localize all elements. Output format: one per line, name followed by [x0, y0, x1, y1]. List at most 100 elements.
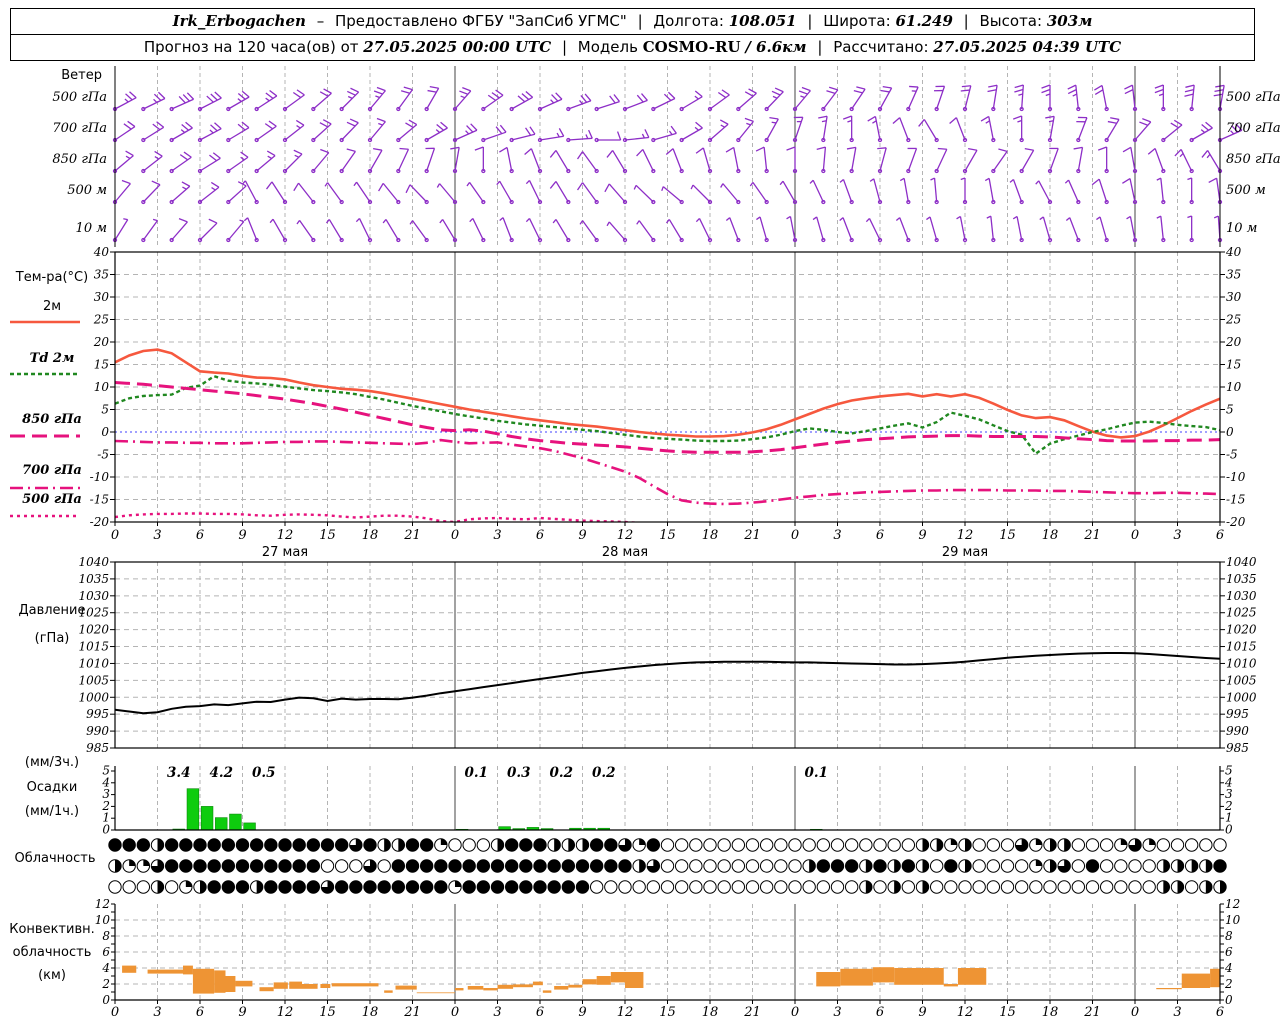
- wind-barb: [141, 91, 166, 112]
- wind-barb: [254, 150, 276, 174]
- wind-barb: [325, 219, 344, 243]
- wind-barb: [466, 181, 486, 205]
- cloud-cover-symbol: [589, 838, 604, 852]
- wind-barb: [1064, 179, 1081, 205]
- cloud-cover-symbol: [264, 859, 278, 873]
- convective-cloud-bar: [225, 976, 236, 992]
- cloud-cover-symbol: [235, 859, 250, 873]
- precip-bar: [229, 813, 242, 831]
- cloud-cover-symbol: [788, 838, 802, 852]
- cloud-cover-symbol: [958, 880, 972, 894]
- cloud-cover-symbol: [731, 880, 746, 894]
- cloud-cover-symbol: [844, 859, 859, 873]
- convective-title-line2: облачность: [12, 945, 92, 960]
- cloud-cover-symbol: [674, 880, 689, 894]
- wind-barb: [1067, 84, 1081, 112]
- cloud-cover-symbol: [816, 880, 831, 894]
- wind-barb: [197, 152, 221, 174]
- wind-barb: [1201, 150, 1223, 174]
- tick-label: 10: [1225, 913, 1241, 927]
- tick-label: 12: [617, 1005, 634, 1020]
- tick-label: 3: [1173, 528, 1181, 543]
- cloud-cover-symbol: [349, 880, 363, 894]
- convective-cloud-bar: [416, 992, 455, 994]
- cloud-cover-symbol: [1213, 859, 1227, 873]
- wind-barb: [842, 115, 854, 143]
- cloud-cover-fill: [568, 838, 575, 852]
- wind-barb: [293, 182, 316, 205]
- cloud-cover-symbol: [136, 880, 151, 894]
- cloud-cover-symbol: [589, 880, 604, 894]
- cloud-cover-symbol: [873, 880, 887, 894]
- wind-barb: [906, 85, 919, 112]
- convective-cloud-bar: [273, 982, 288, 989]
- cloud-cover-symbol: [1085, 859, 1100, 873]
- tick-label: 10 м: [1226, 221, 1257, 236]
- cloud-cover-symbol: [1014, 859, 1029, 873]
- tick-label: 0: [791, 528, 799, 543]
- convective-cloud-bar: [1181, 973, 1211, 988]
- wind-barb: [606, 150, 628, 174]
- wind-barb: [934, 85, 946, 112]
- legend-line-500-swatch: [10, 514, 80, 518]
- tick-label: 0: [1225, 823, 1233, 837]
- tick-label: 21: [1083, 528, 1101, 543]
- wind-barb: [141, 121, 165, 143]
- tick-label: 3: [153, 528, 161, 543]
- wind-barb: [1189, 121, 1213, 143]
- tick-label: 1010: [1226, 656, 1257, 670]
- cloud-cover-symbol: [745, 880, 760, 894]
- wind-barb: [1122, 177, 1138, 205]
- wind-barb: [549, 181, 571, 205]
- wind-barb: [651, 125, 677, 143]
- convective-cloud-bar: [122, 965, 137, 973]
- tick-label: 0: [1131, 528, 1139, 543]
- wind-barb: [367, 86, 386, 112]
- tick-label: 6: [1216, 528, 1224, 543]
- tick-label: 4.2: [210, 765, 234, 781]
- cloud-cover-fill: [384, 838, 391, 852]
- tick-label: 15: [659, 1005, 676, 1020]
- cloud-cover-symbol: [589, 859, 604, 873]
- wind-barb: [197, 181, 220, 205]
- cloud-cover-symbol: [901, 880, 916, 894]
- cloud-cover-symbol: [278, 859, 292, 873]
- cloud-cover-symbol: [703, 880, 717, 894]
- wind-barb: [987, 84, 998, 112]
- wind-barb: [865, 217, 883, 243]
- tick-label: 12: [1225, 897, 1240, 911]
- cloud-cover-symbol: [844, 880, 859, 894]
- wind-barb: [1156, 215, 1166, 243]
- tick-label: 850 гПа: [52, 152, 107, 167]
- cloud-cover-symbol: [1156, 838, 1171, 852]
- wind-barb: [720, 183, 741, 205]
- wind-barb: [962, 148, 978, 174]
- cloud-cover-fill: [185, 880, 193, 887]
- cloud-cover-symbol: [1199, 838, 1213, 852]
- legend-line-td2m-swatch: [10, 372, 80, 376]
- wind-barb: [112, 120, 136, 143]
- tick-label: 29 мая: [942, 545, 988, 560]
- convective-cloud-bar: [568, 984, 583, 988]
- cloud-cover-symbol: [391, 859, 406, 873]
- pressure-panel-title: Давление: [18, 603, 86, 618]
- cloud-cover-symbol: [802, 838, 816, 852]
- cloud-cover-symbol: [774, 880, 788, 894]
- cloud-cover-symbol: [759, 859, 774, 873]
- convective-cloud-bar: [957, 968, 987, 985]
- cloud-cover-fill: [157, 838, 164, 852]
- wind-barb: [849, 86, 866, 112]
- precip-title-line1: (мм/3ч.): [24, 755, 80, 770]
- tick-label: 3: [493, 1005, 501, 1020]
- tick-label: 500 м: [1226, 183, 1266, 198]
- cloud-cover-fill: [922, 859, 929, 873]
- cloud-cover-symbol: [207, 859, 221, 873]
- wind-barb: [169, 181, 191, 205]
- wind-barb: [1132, 118, 1152, 143]
- convective-cloud-bar: [183, 965, 193, 975]
- cloud-cover-fill: [1035, 838, 1043, 845]
- tick-label: 20: [1225, 335, 1242, 349]
- wind-barb: [679, 121, 703, 143]
- wind-barb: [197, 218, 218, 243]
- cloud-cover-symbol: [788, 859, 802, 873]
